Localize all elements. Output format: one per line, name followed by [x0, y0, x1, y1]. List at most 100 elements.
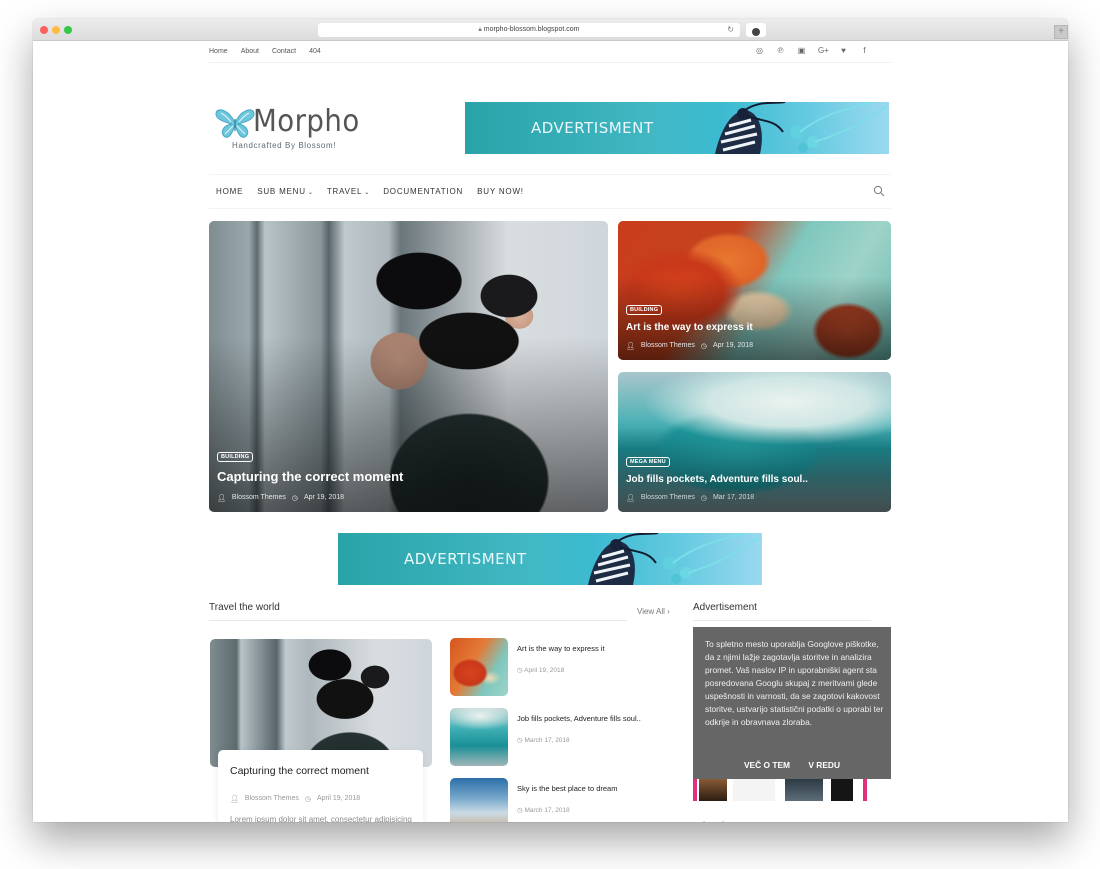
top-link-404[interactable]: 404	[309, 48, 321, 55]
date-text: April 19, 2018	[524, 667, 565, 674]
featured-post-title[interactable]: Job fills pockets, Adventure fills soul.…	[626, 474, 808, 485]
featured-post-title[interactable]: Capturing the correct moment	[217, 469, 403, 484]
clock-icon: ◷	[304, 796, 311, 803]
list-item-title[interactable]: Job fills pockets, Adventure fills soul.…	[517, 714, 641, 723]
post-date: Apr 19, 2018	[712, 342, 754, 349]
top-link-home[interactable]: Home	[209, 48, 228, 55]
nav-menu: HOME SUB MENU ⌄ TRAVEL ⌄ DOCUMENTATION BUY…	[216, 187, 524, 196]
reload-icon[interactable]: ↻	[727, 23, 734, 37]
maximize-window-button[interactable]	[64, 26, 72, 34]
section-title: Travel the world	[209, 602, 280, 613]
chevron-down-icon: ⌄	[364, 190, 370, 196]
site-tagline: Handcrafted By Blossom!	[232, 141, 337, 150]
top-link-about[interactable]: About	[241, 48, 259, 55]
nav-item-label: SUB MENU	[257, 187, 306, 196]
cookie-consent-actions: VEČ O TEM V REDU	[693, 760, 891, 770]
author-icon: 👤︎	[217, 495, 226, 502]
sidebar-ad-images[interactable]	[693, 779, 868, 801]
google-plus-icon[interactable]: G+	[818, 46, 829, 55]
category-badge[interactable]: BUILDING	[626, 305, 663, 315]
ad-banner-text: ADVERTISMENT	[531, 119, 654, 137]
close-window-button[interactable]	[40, 26, 48, 34]
learn-more-button[interactable]: VEČ O TEM	[744, 760, 790, 770]
accept-cookies-button[interactable]: V REDU	[808, 760, 840, 770]
nav-item-buy-now[interactable]: BUY NOW!	[477, 187, 524, 196]
sidebar-widget-title: Advertisement	[693, 821, 757, 822]
mid-advertisement-banner[interactable]: ADVERTISMENT	[338, 533, 762, 585]
clock-icon: ◷	[700, 495, 707, 502]
chevron-down-icon: ⌄	[307, 190, 313, 196]
post-date: April 19, 2018	[316, 795, 361, 802]
logo-wordmark: Morpho	[253, 104, 360, 139]
extension-icon	[752, 28, 760, 36]
main-navigation: HOME SUB MENU ⌄ TRAVEL ⌄ DOCUMENTATION BUY…	[209, 174, 891, 209]
nav-item-label: TRAVEL	[326, 187, 363, 196]
nav-item-home[interactable]: HOME	[216, 187, 243, 196]
list-item-date: ◷ March 17, 2018	[517, 736, 570, 744]
url-text: morpho-blossom.blogspot.com	[483, 26, 580, 33]
instagram-icon[interactable]: ◎	[755, 46, 764, 55]
nav-item-label: DOCUMENTATION	[383, 187, 464, 196]
nav-item-sub-menu[interactable]: SUB MENU ⌄	[257, 187, 313, 196]
post-author[interactable]: Blossom Themes	[641, 494, 695, 502]
top-links: Home About Contact 404	[209, 48, 321, 55]
twitter-icon[interactable]: ♥	[839, 46, 848, 55]
lock-icon: 🔒︎	[478, 27, 482, 33]
list-item[interactable]: Sky is the best place to dream ◷ March 1…	[450, 778, 680, 822]
youtube-icon[interactable]: ▣	[797, 46, 806, 55]
post-author[interactable]: Blossom Themes	[641, 342, 695, 350]
category-badge[interactable]: BUILDING	[217, 452, 254, 462]
view-all-link[interactable]: View All ›	[637, 607, 670, 616]
list-item[interactable]: Job fills pockets, Adventure fills soul.…	[450, 708, 680, 766]
featured-post-main[interactable]: BUILDING Capturing the correct moment 👤︎…	[209, 221, 608, 512]
cookie-consent-text: To spletno mesto uporablja Googlove pišk…	[705, 639, 884, 727]
post-author[interactable]: Blossom Themes	[245, 795, 299, 803]
header-advertisement-banner[interactable]: ADVERTISMENT	[465, 102, 889, 154]
insect-illustration-icon	[715, 102, 886, 154]
nav-item-label: HOME	[216, 187, 244, 196]
post-title[interactable]: Capturing the correct moment	[230, 765, 369, 777]
nav-item-label: BUY NOW!	[477, 187, 524, 196]
post-thumbnail[interactable]	[450, 778, 508, 822]
butterfly-logo-icon	[215, 109, 255, 138]
post-date: Apr 19, 2018	[303, 494, 345, 501]
pinterest-icon[interactable]: ℗	[776, 46, 785, 55]
list-item[interactable]: Art is the way to express it ◷ April 19,…	[450, 638, 680, 696]
post-excerpt: Lorem ipsum dolor sit amet, consectetur …	[230, 815, 412, 822]
address-bar[interactable]: 🔒︎ morpho-blossom.blogspot.com ↻	[318, 23, 740, 37]
nav-item-travel[interactable]: TRAVEL ⌄	[327, 187, 369, 196]
post-meta: 👤︎ Blossom Themes ◷ Apr 19, 2018	[626, 342, 753, 350]
post-thumbnail[interactable]	[450, 638, 508, 696]
post-thumbnail[interactable]	[450, 708, 508, 766]
widget-divider	[693, 620, 871, 621]
featured-post-art[interactable]: BUILDING Art is the way to express it 👤︎…	[618, 221, 891, 360]
sidebar-widget-title: Advertisement	[693, 602, 757, 613]
top-bar: Home About Contact 404 ◎ ℗ ▣ G+ ♥ f	[209, 41, 891, 63]
featured-post-adventure[interactable]: MEGA MENU Job fills pockets, Adventure f…	[618, 372, 891, 512]
top-link-contact[interactable]: Contact	[272, 48, 296, 55]
minimize-window-button[interactable]	[52, 26, 60, 34]
ad-banner-text: ADVERTISMENT	[404, 550, 527, 568]
browser-toolbar: 🔒︎ morpho-blossom.blogspot.com ↻ +	[33, 19, 1068, 41]
page-content: Home About Contact 404 ◎ ℗ ▣ G+ ♥ f Morp…	[33, 41, 1068, 822]
post-date: Mar 17, 2018	[712, 494, 755, 501]
featured-post-title[interactable]: Art is the way to express it	[626, 322, 753, 333]
search-icon[interactable]	[873, 185, 885, 197]
facebook-icon[interactable]: f	[860, 46, 869, 55]
post-meta: 👤︎ Blossom Themes ◷ Apr 19, 2018	[217, 494, 344, 502]
insect-illustration-icon	[588, 533, 759, 585]
browser-window: 🔒︎ morpho-blossom.blogspot.com ↻ + Home A…	[33, 19, 1068, 822]
clock-icon: ◷	[291, 495, 298, 502]
category-badge[interactable]: MEGA MENU	[626, 457, 670, 467]
new-tab-button[interactable]: +	[1054, 25, 1068, 39]
post-author[interactable]: Blossom Themes	[232, 494, 286, 502]
nav-item-documentation[interactable]: DOCUMENTATION	[383, 187, 463, 196]
extension-button[interactable]	[746, 23, 766, 37]
list-item-title[interactable]: Art is the way to express it	[517, 644, 605, 653]
author-icon: 👤︎	[626, 343, 635, 350]
list-item-title[interactable]: Sky is the best place to dream	[517, 784, 617, 793]
post-thumbnail[interactable]	[210, 639, 432, 767]
post-meta: 👤︎ Blossom Themes ◷ April 19, 2018	[230, 795, 360, 803]
cookie-consent-notice: To spletno mesto uporablja Googlove pišk…	[693, 627, 891, 779]
date-text: March 17, 2018	[524, 737, 570, 744]
